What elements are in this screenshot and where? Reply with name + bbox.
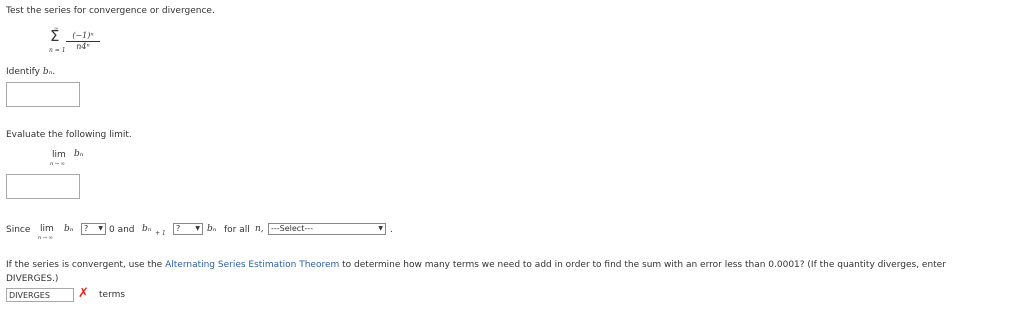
incorrect-x-icon: ✗: [78, 286, 89, 301]
terms-answer-input[interactable]: [6, 288, 74, 302]
dropdown-arrow-icon: ▼: [98, 225, 103, 232]
since-plus-one-subscript: + 1: [155, 230, 166, 237]
for-all-text: for all: [224, 225, 250, 235]
identify-label: Identify bₙ.: [6, 67, 55, 77]
identify-text: Identify: [6, 67, 40, 77]
limit-answer-input[interactable]: [6, 174, 80, 199]
dropdown-arrow-icon: ▼: [195, 225, 200, 232]
limit-subscript: n → ∞: [50, 161, 65, 167]
conclusion-select[interactable]: ---Select--- ▼: [268, 223, 386, 235]
estimation-line-2: DIVERGES.): [6, 274, 59, 284]
sigma-symbol: Σ: [50, 27, 60, 45]
comparison-select-2-value: ?: [176, 224, 181, 233]
terms-label: terms: [99, 290, 126, 300]
estimation-prefix: If the series is convergent, use the: [6, 260, 163, 270]
limit-lim: lim: [52, 150, 66, 160]
identify-variable: bₙ.: [42, 67, 56, 77]
zero-and-text: 0 and: [109, 225, 135, 235]
since-bn-2: bₙ: [207, 224, 217, 234]
alternating-series-theorem-link[interactable]: Alternating Series Estimation Theorem: [165, 260, 339, 270]
estimation-suffix: to determine how many terms we need to a…: [342, 260, 946, 270]
series-denominator: n4ⁿ: [76, 42, 90, 51]
estimation-question: If the series is convergent, use the Alt…: [6, 260, 946, 270]
dropdown-arrow-icon: ▼: [378, 225, 383, 232]
since-bn: bₙ: [64, 224, 74, 234]
since-lim-subscript: n → ∞: [38, 235, 53, 241]
conclusion-select-value: ---Select---: [271, 224, 313, 233]
comparison-select-1-value: ?: [84, 224, 89, 233]
since-bn-plus-1: bₙ: [142, 224, 152, 234]
for-all-n: n,: [255, 224, 264, 234]
question-intro: Test the series for convergence or diver…: [6, 6, 215, 16]
since-text: Since: [6, 225, 31, 235]
comparison-select-2[interactable]: ? ▼: [173, 223, 203, 235]
series-fraction: (−1)ⁿ n4ⁿ: [66, 31, 100, 52]
series-numerator: (−1)ⁿ: [66, 31, 100, 42]
since-period: .: [390, 225, 393, 235]
evaluate-label: Evaluate the following limit.: [6, 130, 132, 140]
comparison-select-1[interactable]: ? ▼: [81, 223, 106, 235]
limit-variable: bₙ: [74, 149, 84, 159]
series-lower-limit: n = 1: [49, 47, 66, 54]
bn-answer-input[interactable]: [6, 82, 80, 107]
since-lim: lim: [40, 224, 54, 234]
